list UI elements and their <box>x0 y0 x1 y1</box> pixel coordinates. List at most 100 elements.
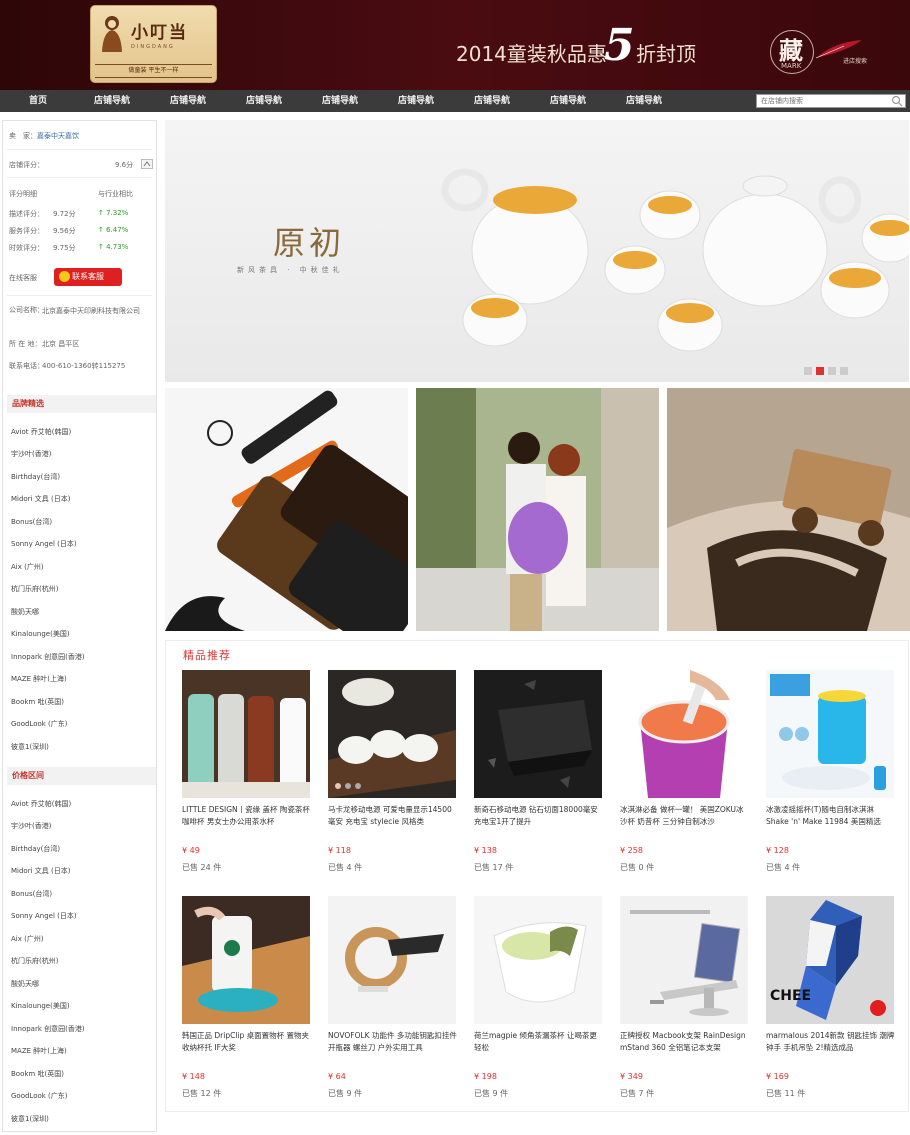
price-brand-link[interactable]: Innopark 创意园(香港) <box>11 1024 85 1034</box>
brand-link[interactable]: Bonus(台湾) <box>11 517 52 527</box>
nav-item-2[interactable]: 店铺导航 <box>170 90 206 112</box>
nav-item-6[interactable]: 店铺导航 <box>474 90 510 112</box>
price-brand-link[interactable]: Sonny Angel (日本) <box>11 911 77 921</box>
price-brand-link[interactable]: Aix (广州) <box>11 934 44 944</box>
divider <box>7 295 152 296</box>
price-brand-link[interactable]: 杭门乐府(杭州) <box>11 956 58 966</box>
rating-diff: ↑ 6.47% <box>98 226 129 234</box>
product-image[interactable] <box>620 670 748 798</box>
promo-phone-cases[interactable] <box>165 388 408 631</box>
nav-item-3[interactable]: 店铺导航 <box>246 90 282 112</box>
product-image[interactable]: CHEE <box>766 896 894 1024</box>
carousel-dot[interactable] <box>828 367 836 375</box>
brand-link[interactable]: Aviot 乔艾帕(韩国) <box>11 427 71 437</box>
promo-couple[interactable] <box>416 388 659 631</box>
price-brand-link[interactable]: GoodLook (广东) <box>11 1091 68 1101</box>
shop-logo[interactable]: 小叮当 DINGDANG 做童装 平生不一样 <box>90 5 217 83</box>
contact-service-button[interactable]: 联系客服 <box>54 268 122 286</box>
brand-link[interactable]: Kinalounge(美国) <box>11 629 70 639</box>
product-title[interactable]: 荷兰magpie 倾角茶漏茶杯 让喝茶更轻松 <box>474 1030 604 1066</box>
couple-image <box>416 388 659 631</box>
nav-item-1[interactable]: 店铺导航 <box>94 90 130 112</box>
price-brand-link[interactable]: Bonus(台湾) <box>11 889 52 899</box>
brand-link[interactable]: Sonny Angel (日本) <box>11 539 77 549</box>
product-title[interactable]: 韩国正品 DripClip 桌面置物杯 置物夹 收纳杯托 IF大奖 <box>182 1030 312 1066</box>
logo-text: 小叮当 <box>131 23 188 43</box>
carousel-dot[interactable] <box>804 367 812 375</box>
product-title[interactable]: LITTLE DESIGN丨瓷缘 盖杯 陶瓷茶杯咖啡杯 男女士办公用茶水杯 <box>182 804 312 840</box>
brand-link[interactable]: Birthday(台湾) <box>11 472 60 482</box>
price-brand-link[interactable]: Midori 文具 (日本) <box>11 866 70 876</box>
service-icon <box>59 271 70 282</box>
rating-diff-value: 7.32% <box>106 209 129 217</box>
rating-diff: ↑ 4.73% <box>98 243 129 251</box>
brand-link[interactable]: 酸奶天哪 <box>11 607 39 617</box>
price-brand-link[interactable]: 酸奶天哪 <box>11 979 39 989</box>
product-price: ¥ 258 <box>620 846 643 855</box>
product-title[interactable]: 正牌授权 Macbook支架 RainDesign mStand 360 全铝笔… <box>620 1030 750 1066</box>
product-image[interactable] <box>766 670 894 798</box>
brand-section-title: 品牌精选 <box>7 395 156 413</box>
brand-link[interactable]: 宇沙叶(香港) <box>11 449 51 459</box>
product-image[interactable] <box>328 670 456 798</box>
product-image[interactable] <box>474 896 602 1024</box>
carousel-dot-active[interactable] <box>816 367 824 375</box>
price-brand-link[interactable]: MAZE 醉叶(上海) <box>11 1046 67 1056</box>
promo-wooden-truck[interactable] <box>667 388 910 631</box>
product-sold: 已售 11 件 <box>766 1089 806 1098</box>
product-title[interactable]: NOVOFOLK 功能件 多功能钥匙扣挂件 开瓶器 螺丝刀 户外实用工具 <box>328 1030 458 1066</box>
seller-shop-link[interactable]: 嘉泰中天嘉饮 <box>37 132 79 140</box>
product-cups-image <box>182 670 310 798</box>
price-brand-link[interactable]: Aviot 乔艾帕(韩国) <box>11 799 71 809</box>
hero-title: 原初 <box>273 224 346 262</box>
contact-service-label: 联系客服 <box>72 272 104 281</box>
product-title[interactable]: 马卡龙移动电源 可爱电量显示14500毫安 充电宝 stylecie 风格类 <box>328 804 458 840</box>
top-banner: 小叮当 DINGDANG 做童装 平生不一样 2014童装秋品惠 5 折封顶 藏… <box>0 0 910 90</box>
score-toggle-button[interactable] <box>141 159 153 169</box>
nav-item-5[interactable]: 店铺导航 <box>398 90 434 112</box>
product-title[interactable]: marmalous 2014新款 钥匙挂饰 潮牌钟手 手机吊坠 2!精选成品 <box>766 1030 896 1066</box>
product-title[interactable]: 新奇石移动电源 钻石切面18000毫安 充电宝1开了提升 <box>474 804 604 840</box>
carousel-dot[interactable] <box>840 367 848 375</box>
shop-search-input[interactable] <box>756 94 906 108</box>
product-sold: 已售 24 件 <box>182 863 222 872</box>
product-image[interactable] <box>182 896 310 1024</box>
product-image[interactable] <box>474 670 602 798</box>
product-price: ¥ 118 <box>328 846 351 855</box>
location-value: 北京 昌平区 <box>42 340 80 348</box>
product-sold: 已售 9 件 <box>474 1089 509 1098</box>
nav-item-8[interactable]: 店铺导航 <box>626 90 662 112</box>
product-image[interactable] <box>182 670 310 798</box>
product-price: ¥ 148 <box>182 1072 205 1081</box>
brand-link[interactable]: Bookm 吡(英国) <box>11 697 64 707</box>
product-image[interactable] <box>328 896 456 1024</box>
price-brand-link[interactable]: Kinalounge(美国) <box>11 1001 70 1011</box>
hero-banner[interactable]: 原初 新风茶具 · 中秋佳礼 <box>165 120 909 382</box>
search-icon[interactable] <box>891 95 903 107</box>
brand-link[interactable]: MAZE 醉叶(上海) <box>11 674 67 684</box>
brand-link[interactable]: 杭门乐府(杭州) <box>11 584 58 594</box>
price-brand-link[interactable]: 宇沙叶(香港) <box>11 821 51 831</box>
phone-value: 400-610-1360转115275 <box>42 362 126 370</box>
company-value: 北京嘉泰中天印刷科技有限公司 <box>42 307 140 315</box>
mark-note[interactable]: 进店搜索 <box>843 56 867 65</box>
brand-link[interactable]: GoodLook (广东) <box>11 719 68 729</box>
price-brand-link[interactable]: 彼意1(深圳) <box>11 1114 49 1124</box>
price-brand-link[interactable]: Bookm 吡(英国) <box>11 1069 64 1079</box>
brand-link[interactable]: Midori 文具 (日本) <box>11 494 70 504</box>
product-image[interactable] <box>620 896 748 1024</box>
shop-sidebar: 卖 家：嘉泰中天嘉饮 店铺评分： 9.6分 评分明细 与行业相比 描述评分： 9… <box>2 120 157 1132</box>
rating-diff-value: 6.47% <box>106 226 129 234</box>
nav-home[interactable]: 首页 <box>29 90 47 112</box>
product-dripclip-image <box>182 896 310 1024</box>
brand-link[interactable]: 彼意1(深圳) <box>11 742 49 752</box>
brand-link[interactable]: Aix (广州) <box>11 562 44 572</box>
nav-item-4[interactable]: 店铺导航 <box>322 90 358 112</box>
price-brand-link[interactable]: Birthday(台湾) <box>11 844 60 854</box>
product-title[interactable]: 冰激凌摇摇杯(T)随电自制冰淇淋Shake 'n' Make 11984 美国精… <box>766 804 896 840</box>
product-title[interactable]: 冰淇淋必备 做杯一罐！ 美国ZOKU冰沙杯 奶昔杯 三分钟自制冰沙 <box>620 804 750 840</box>
nav-bar: 首页 店铺导航 店铺导航 店铺导航 店铺导航 店铺导航 店铺导航 店铺导航 店铺… <box>0 90 910 112</box>
mark-english: MARK <box>781 62 802 70</box>
nav-item-7[interactable]: 店铺导航 <box>550 90 586 112</box>
brand-link[interactable]: Innopark 创意园(香港) <box>11 652 85 662</box>
